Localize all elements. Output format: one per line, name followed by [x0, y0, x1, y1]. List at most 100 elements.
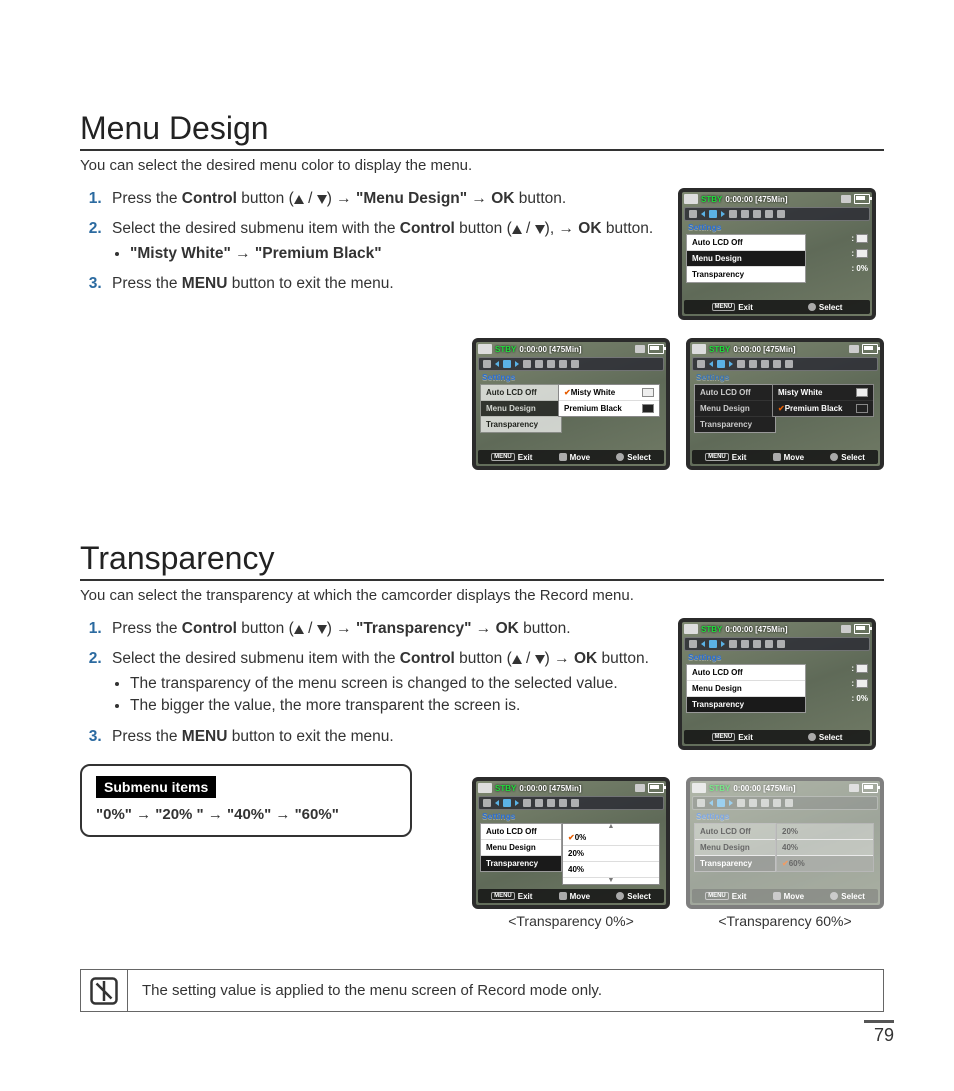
up-triangle-icon: [294, 625, 304, 634]
select-label: Select: [819, 733, 843, 742]
text: button (: [237, 190, 294, 207]
card-icon: [849, 784, 859, 792]
battery-icon: [862, 344, 878, 354]
time-label: 0:00:00 [475Min]: [733, 345, 795, 354]
menu-pill-icon: MENU: [712, 733, 736, 741]
text: Control: [400, 220, 455, 237]
menu-item: Transparency: [695, 856, 775, 871]
icon-bar: [478, 357, 664, 371]
icon-bar: [692, 357, 878, 371]
camera-icon: [684, 194, 698, 204]
text: ) →: [327, 190, 356, 207]
text: →: [467, 190, 491, 207]
time-label: 0:00:00 [475Min]: [725, 195, 787, 204]
select-label: Select: [841, 453, 865, 462]
submenu-item-selected: ✔60%: [777, 856, 873, 871]
stby-label: STBY: [709, 784, 730, 793]
menu-pill-icon: MENU: [491, 453, 515, 461]
dpad-icon: [773, 892, 781, 900]
stby-label: STBY: [709, 345, 730, 354]
text: Press the: [112, 728, 182, 745]
lcd-screenshot: STBY 0:00:00 [475Min] Settings Auto LCD …: [472, 338, 670, 470]
battery-icon: [648, 783, 664, 793]
battery-icon: [854, 194, 870, 204]
value-column: : : : 0%: [851, 234, 868, 273]
text: Control: [182, 620, 237, 637]
text: →: [471, 620, 495, 637]
lcd-screenshot-faded: STBY 0:00:00 [475Min] Settings Auto LCD …: [686, 777, 884, 909]
submenu-panel: ▲ ✔0% 20% 40% ▼: [562, 823, 660, 885]
settings-label: Settings: [482, 811, 516, 821]
menu-item: Menu Design: [687, 681, 805, 697]
time-label: 0:00:00 [475Min]: [733, 784, 795, 793]
page-number: 79: [864, 1020, 894, 1046]
down-triangle-icon: [535, 225, 545, 234]
submenu-item: 20%: [563, 846, 659, 862]
heading-transparency: Transparency: [80, 540, 884, 581]
menu-item: Auto LCD Off: [481, 385, 561, 401]
bullet: The transparency of the menu screen is c…: [130, 673, 658, 695]
submenu-items-box: Submenu items "0%" → "20% " → "40%" → "6…: [80, 764, 412, 837]
lcd-screenshot: STBY 0:00:00 [475Min] Settings Auto LCD …: [686, 338, 884, 470]
text: OK: [491, 190, 514, 207]
bottom-bar: MENUExit Select: [684, 300, 870, 314]
settings-label: Settings: [696, 372, 730, 382]
menu-pill-icon: MENU: [712, 303, 736, 311]
text: button to exit the menu.: [227, 728, 393, 745]
menu-item: Menu Design: [481, 840, 561, 856]
submenu-panel: ✔Misty White Premium Black: [558, 384, 660, 417]
text: button (: [237, 620, 294, 637]
steps-transparency: Press the Control button ( / ) → "Transp…: [80, 618, 658, 748]
bullet: The bigger the value, the more transpare…: [130, 695, 658, 717]
value-text: : 0%: [852, 694, 868, 703]
caption-transparency-0: <Transparency 0%>: [472, 913, 670, 929]
card-icon: [849, 345, 859, 353]
settings-label: Settings: [696, 811, 730, 821]
menu-item: Transparency: [687, 267, 805, 282]
time-label: 0:00:00 [475Min]: [519, 784, 581, 793]
submenu-item: 40%: [563, 862, 659, 878]
note-text: The setting value is applied to the menu…: [128, 970, 883, 1011]
submenu-item: 40%: [777, 840, 873, 856]
menu-panel: Auto LCD Off Menu Design Transparency: [480, 823, 562, 872]
battery-icon: [862, 783, 878, 793]
text: "Transparency": [356, 620, 472, 637]
text: Select the desired submenu item with the: [112, 220, 400, 237]
stby-label: STBY: [495, 784, 516, 793]
menu-panel: Auto LCD Off Menu Design Transparency: [686, 664, 806, 713]
gear-icon: [808, 733, 816, 741]
up-triangle-icon: [294, 195, 304, 204]
dpad-icon: [559, 453, 567, 461]
menu-item: Auto LCD Off: [687, 235, 805, 251]
text: OK: [496, 620, 519, 637]
settings-label: Settings: [688, 222, 722, 232]
time-label: 0:00:00 [475Min]: [725, 625, 787, 634]
stby-label: STBY: [495, 345, 516, 354]
select-label: Select: [627, 892, 651, 901]
text: button (: [455, 220, 512, 237]
step-1: Press the Control button ( / ) → "Transp…: [106, 618, 658, 640]
menu-item-selected: Transparency: [687, 697, 805, 712]
text: button (: [455, 650, 512, 667]
text: button.: [597, 650, 649, 667]
camera-icon: [478, 783, 492, 793]
note-box: The setting value is applied to the menu…: [80, 969, 884, 1012]
submenu-item-selected: ✔Misty White: [559, 385, 659, 401]
menu-item: Transparency: [695, 417, 775, 432]
submenu-items-title: Submenu items: [96, 776, 216, 798]
down-triangle-icon: [317, 625, 327, 634]
text: Control: [182, 190, 237, 207]
settings-label: Settings: [688, 652, 722, 662]
bullet-options: "Misty White" → "Premium Black": [130, 245, 382, 262]
text: Select the desired submenu item with the: [112, 650, 400, 667]
step-1: Press the Control button ( / ) → "Menu D…: [106, 188, 658, 210]
exit-label: Exit: [732, 892, 747, 901]
submenu-item: Misty White: [773, 385, 873, 401]
text: Press the: [112, 275, 182, 292]
bottom-bar: MENUExit Move Select: [692, 450, 878, 464]
camera-icon: [692, 344, 706, 354]
menu-panel: Auto LCD Off Menu Design Transparency: [694, 823, 776, 872]
up-triangle-icon: [512, 655, 522, 664]
text: Press the: [112, 190, 182, 207]
note-icon: [81, 970, 128, 1011]
